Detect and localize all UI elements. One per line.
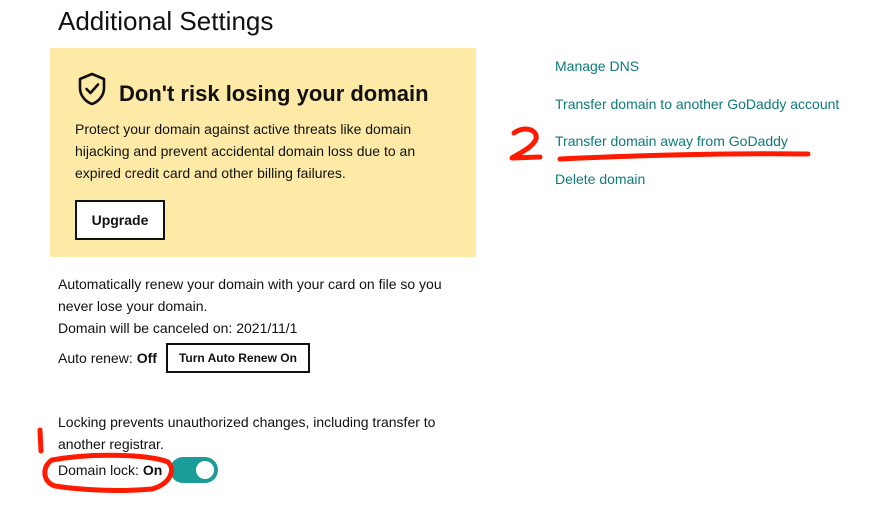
cancel-date-line: Domain will be canceled on: 2021/11/1 <box>58 317 297 339</box>
annotation-step-two-mark <box>509 126 543 161</box>
domain-lock-row: Domain lock: On <box>58 456 219 484</box>
transfer-to-godaddy-account-link[interactable]: Transfer domain to another GoDaddy accou… <box>555 94 839 132</box>
annotation-step-one-mark <box>37 427 44 454</box>
domain-lock-label: Domain lock: <box>58 462 139 478</box>
upgrade-button[interactable]: Upgrade <box>75 200 165 240</box>
auto-renew-label: Auto renew: <box>58 350 133 366</box>
domain-actions-list: Manage DNS Transfer domain to another Go… <box>555 56 839 206</box>
page-title: Additional Settings <box>58 6 274 36</box>
transfer-away-link[interactable]: Transfer domain away from GoDaddy <box>555 131 839 169</box>
auto-renew-description: Automatically renew your domain with you… <box>58 276 442 314</box>
delete-domain-link[interactable]: Delete domain <box>555 169 839 207</box>
toggle-knob <box>196 461 215 479</box>
auto-renew-row: Auto renew: Off Turn Auto Renew On <box>58 343 310 373</box>
promo-title: Don't risk losing your domain <box>119 81 429 106</box>
shield-check-icon <box>78 72 106 106</box>
cancel-date-value: 2021/11/1 <box>236 320 298 336</box>
auto-renew-status: Off <box>136 350 157 366</box>
cancel-date-label: Domain will be canceled on: <box>58 320 233 336</box>
turn-auto-renew-on-button[interactable]: Turn Auto Renew On <box>165 343 310 373</box>
domain-lock-toggle[interactable] <box>170 457 219 483</box>
domain-protection-banner: Don't risk losing your domain Protect yo… <box>50 48 476 257</box>
domain-lock-status: On <box>142 462 163 478</box>
promo-description: Protect your domain against active threa… <box>75 121 416 181</box>
domain-lock-description: Locking prevents unauthorized changes, i… <box>58 414 436 452</box>
manage-dns-link[interactable]: Manage DNS <box>555 56 839 94</box>
